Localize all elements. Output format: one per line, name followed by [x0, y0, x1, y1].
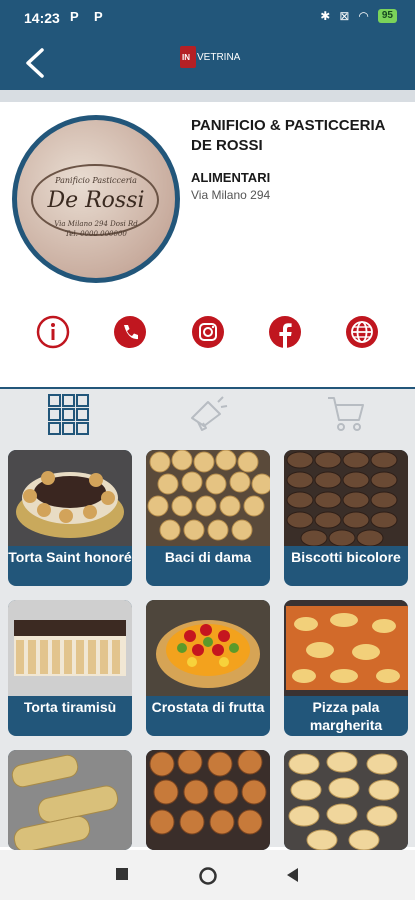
- grid-icon[interactable]: [48, 394, 90, 436]
- recents-icon[interactable]: [115, 867, 129, 881]
- info-icon[interactable]: [36, 315, 70, 349]
- cart-icon[interactable]: [326, 394, 366, 434]
- product-card[interactable]: [284, 750, 408, 850]
- product-card[interactable]: [146, 750, 270, 850]
- product-image: [8, 750, 132, 850]
- product-image: [284, 450, 408, 546]
- logo-text: VETRINA: [197, 51, 241, 63]
- header-divider: [0, 90, 415, 102]
- product-name: Torta tiramisù: [23, 699, 117, 715]
- shop-logo: Panificio Pasticceria De Rossi Via Milan…: [12, 115, 180, 283]
- product-name: Biscotti bicolore: [291, 549, 401, 565]
- product-card-crostata-di-frutta[interactable]: Crostata di frutta: [146, 600, 270, 736]
- product-name: Pizza pala margherita: [309, 699, 383, 733]
- product-card[interactable]: [8, 750, 132, 850]
- wifi-icon: ◠: [358, 9, 369, 23]
- facebook-icon[interactable]: [268, 315, 302, 349]
- system-nav-bar: [0, 850, 415, 900]
- battery-icon: 95: [377, 9, 397, 23]
- globe-icon[interactable]: [345, 315, 379, 349]
- product-card-torta-tiramisu[interactable]: Torta tiramisù: [8, 600, 132, 736]
- product-card-biscotti-bicolore[interactable]: Biscotti bicolore: [284, 450, 408, 586]
- app-logo: IN VETRINA: [180, 46, 240, 68]
- product-card-pizza-pala-margherita[interactable]: Pizza pala margherita: [284, 600, 408, 736]
- product-card-baci-di-dama[interactable]: Baci di dama: [146, 450, 270, 586]
- product-image: [284, 600, 408, 696]
- status-bar: 14:23 P P ✱ ⊠ ◠ 95: [0, 0, 415, 36]
- notification-icons: P P: [70, 9, 109, 24]
- app-header: IN VETRINA: [0, 36, 415, 90]
- nav-back-icon[interactable]: [285, 867, 299, 883]
- status-time: 14:23: [24, 10, 60, 26]
- contact-actions: [0, 315, 415, 355]
- megaphone-icon[interactable]: [188, 394, 228, 434]
- product-card-torta-saint-honore[interactable]: Torta Saint honoré: [8, 450, 132, 586]
- logo-box: IN: [180, 46, 196, 68]
- product-image: [146, 600, 270, 696]
- shop-name: PANIFICIO & PASTICCERIA DE ROSSI: [191, 117, 385, 154]
- product-image: [284, 750, 408, 850]
- status-right: ✱ ⊠ ◠ 95: [320, 9, 397, 23]
- product-image: [8, 450, 132, 546]
- product-image: [146, 450, 270, 546]
- home-icon[interactable]: [199, 867, 217, 885]
- product-name: Torta Saint honoré: [8, 549, 132, 565]
- sim-icon: ⊠: [339, 9, 350, 23]
- shop-address: Via Milano 294: [191, 188, 271, 202]
- instagram-icon[interactable]: [191, 315, 225, 349]
- phone-icon[interactable]: [113, 315, 147, 349]
- shop-category: ALIMENTARI: [191, 170, 271, 185]
- product-name: Baci di dama: [164, 549, 252, 565]
- product-image: [8, 600, 132, 696]
- product-name: Crostata di frutta: [151, 699, 265, 715]
- product-image: [146, 750, 270, 850]
- back-arrow-icon[interactable]: [20, 46, 52, 80]
- bluetooth-icon: ✱: [320, 9, 331, 23]
